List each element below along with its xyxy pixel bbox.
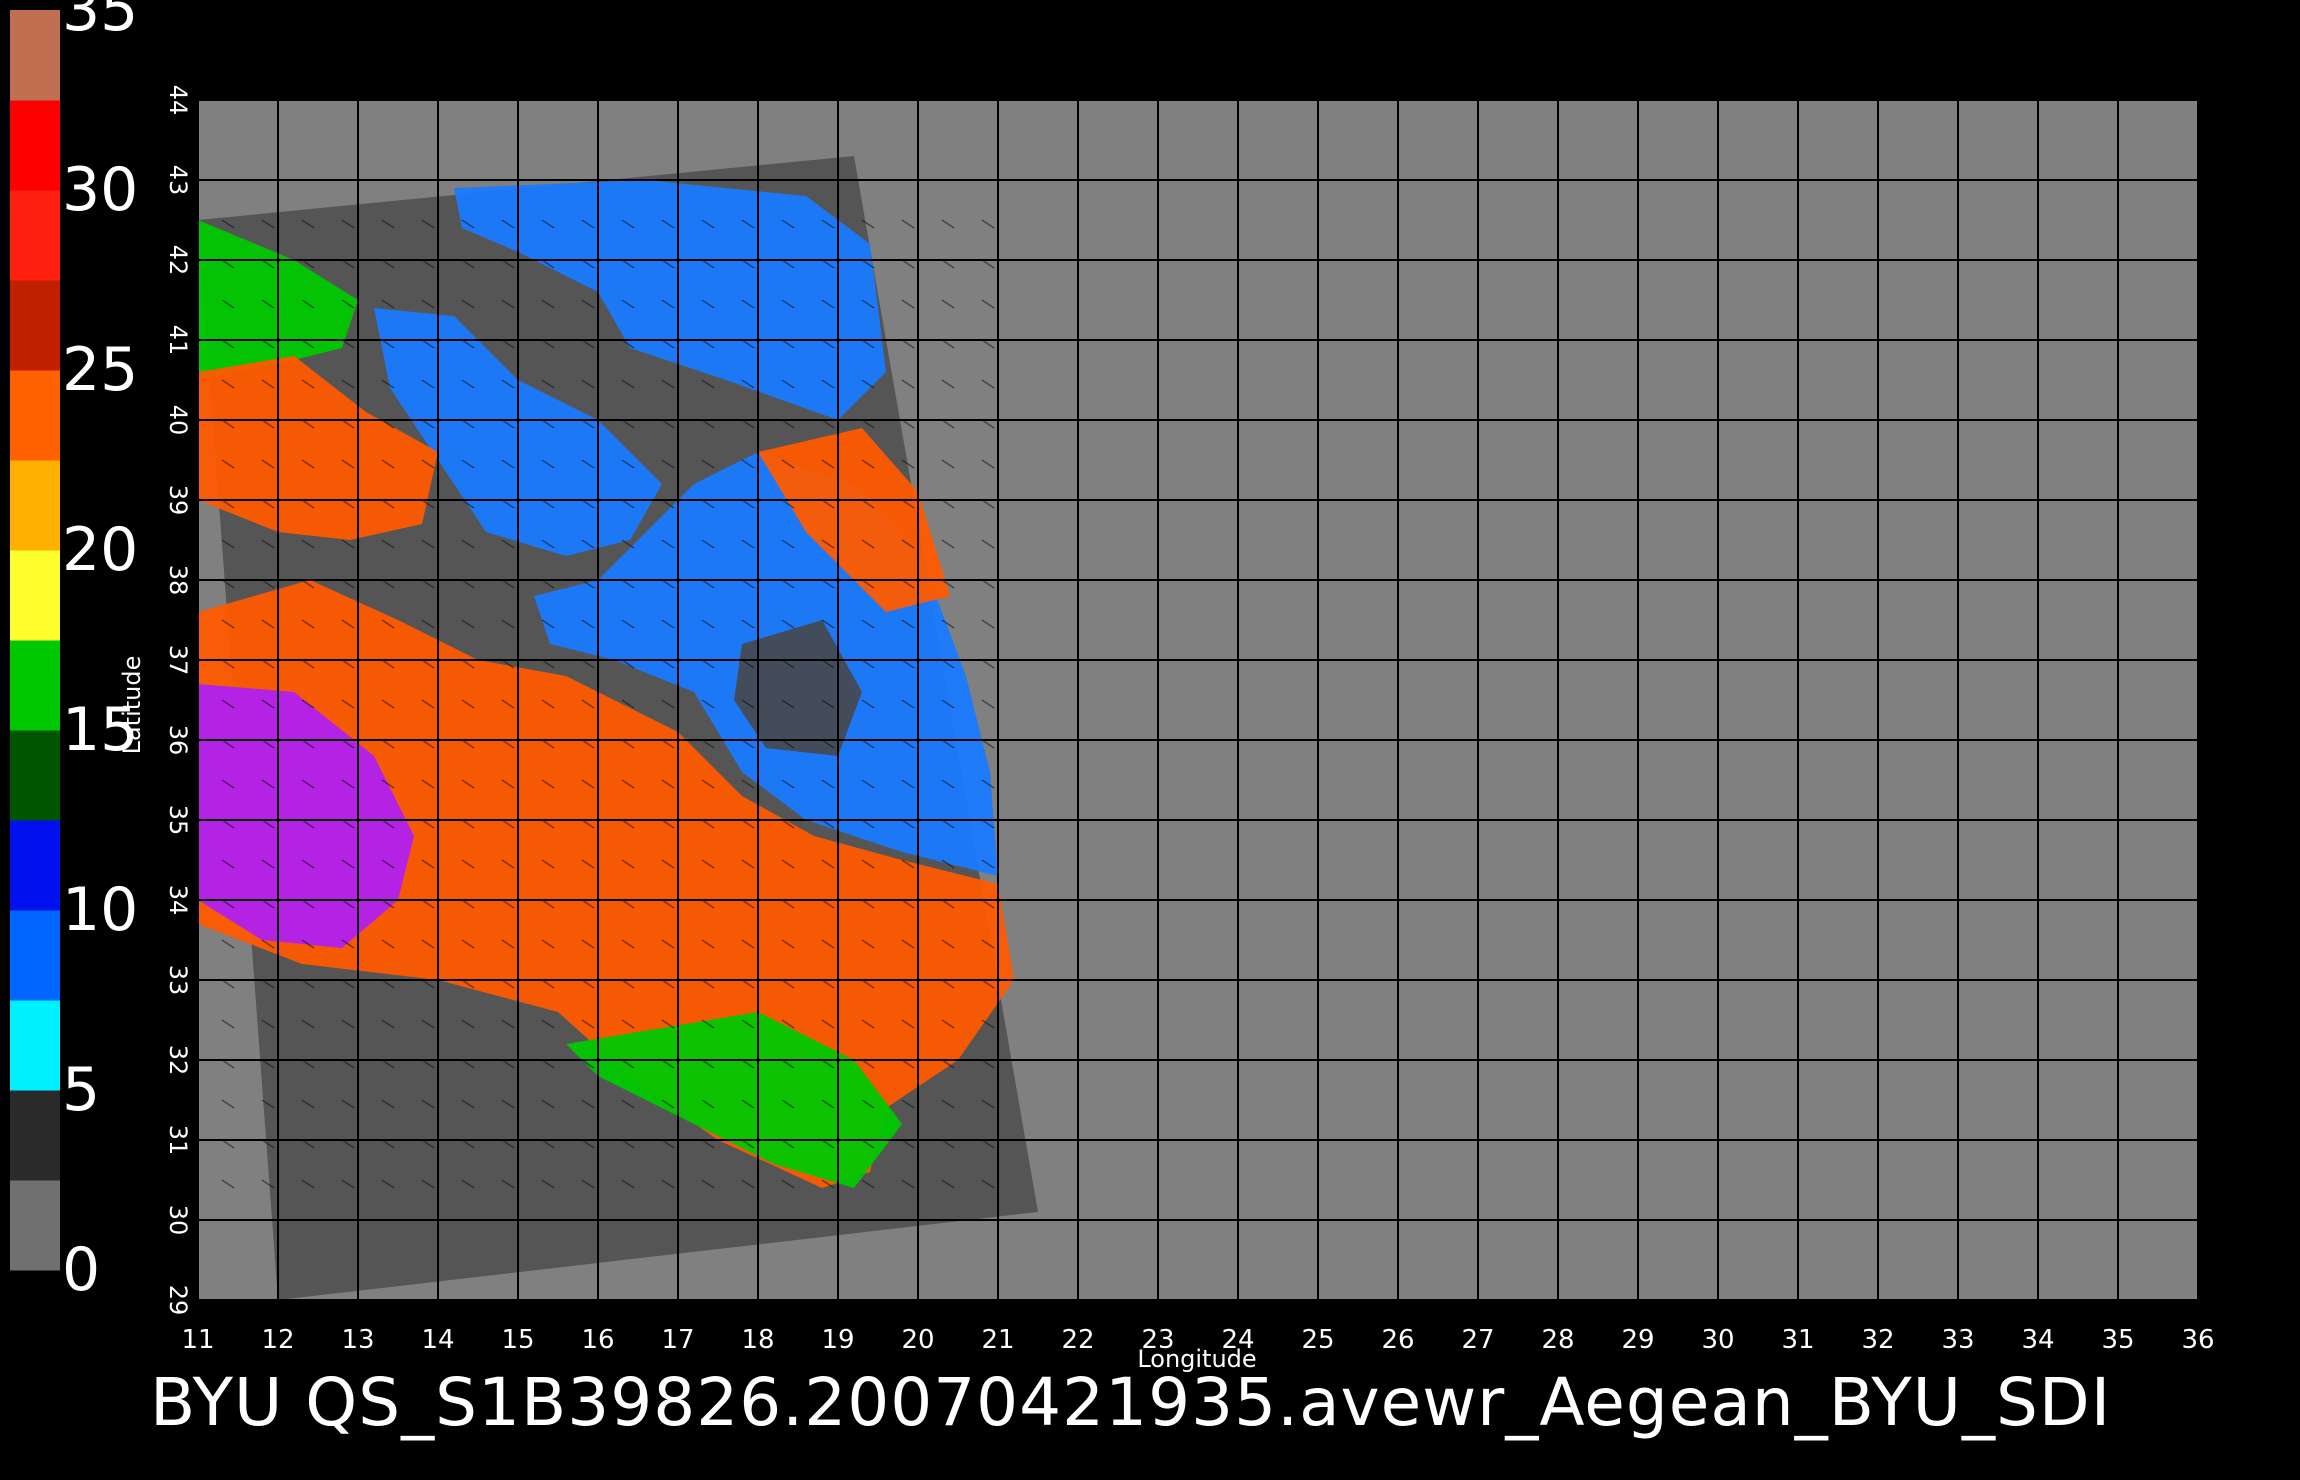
y-tick-label: 33 bbox=[164, 965, 192, 996]
y-tick-label: 37 bbox=[164, 645, 192, 676]
x-tick-label: 28 bbox=[1541, 1325, 1574, 1355]
colorbar-label: 5 bbox=[62, 1055, 101, 1125]
y-tick-label: 29 bbox=[164, 1285, 192, 1316]
x-tick-label: 30 bbox=[1701, 1325, 1734, 1355]
y-tick-label: 31 bbox=[164, 1125, 192, 1156]
x-tick-label: 13 bbox=[341, 1325, 374, 1355]
x-tick-label: 27 bbox=[1461, 1325, 1494, 1355]
colorbar-segment bbox=[10, 550, 60, 641]
x-tick-label: 18 bbox=[741, 1325, 774, 1355]
y-tick-label: 38 bbox=[164, 565, 192, 596]
x-tick-label: 26 bbox=[1381, 1325, 1414, 1355]
colorbar bbox=[10, 10, 60, 1271]
x-tick-label: 14 bbox=[421, 1325, 454, 1355]
x-tick-label: 12 bbox=[261, 1325, 294, 1355]
colorbar-segment bbox=[10, 1000, 60, 1091]
image-caption: BYU QS_S1B39826.20070421935.avewr_Aegean… bbox=[150, 1364, 2112, 1441]
colorbar-segment bbox=[10, 280, 60, 371]
x-tick-label: 33 bbox=[1941, 1325, 1974, 1355]
y-tick-label: 43 bbox=[164, 165, 192, 196]
x-tick-label: 35 bbox=[2101, 1325, 2134, 1355]
x-tick-label: 22 bbox=[1061, 1325, 1094, 1355]
colorbar-label: 25 bbox=[62, 335, 139, 405]
y-tick-label: 44 bbox=[164, 85, 192, 116]
y-tick-label: 32 bbox=[164, 1045, 192, 1076]
y-tick-label: 39 bbox=[164, 485, 192, 516]
colorbar-label: 20 bbox=[62, 515, 139, 585]
colorbar-label: 30 bbox=[62, 155, 139, 225]
wind-map-figure: 11 12 13 14 15 16 17 18 19 20 21 22 23 24 25 26 27 28 29 30… bbox=[10, 10, 2228, 1373]
colorbar-segment bbox=[10, 820, 60, 911]
y-tick-label: 42 bbox=[164, 245, 192, 276]
x-tick-label: 36 bbox=[2181, 1325, 2214, 1355]
x-tick-label: 19 bbox=[821, 1325, 854, 1355]
colorbar-segment bbox=[10, 910, 60, 1001]
y-tick-label: 41 bbox=[164, 325, 192, 356]
colorbar-label: 15 bbox=[62, 695, 139, 765]
colorbar-label: 35 bbox=[62, 0, 139, 45]
x-tick-label: 29 bbox=[1621, 1325, 1654, 1355]
colorbar-segment bbox=[10, 10, 60, 101]
x-tick-label: 11 bbox=[181, 1325, 214, 1355]
y-tick-label: 36 bbox=[164, 725, 192, 756]
colorbar-segment bbox=[10, 370, 60, 461]
x-tick-label: 15 bbox=[501, 1325, 534, 1355]
colorbar-label: 0 bbox=[62, 1235, 101, 1305]
latitude-ticks: 29 30 31 32 33 34 35 36 37 38 39 40 41 42 43 44 bbox=[164, 85, 192, 1316]
x-tick-label: 25 bbox=[1301, 1325, 1334, 1355]
y-tick-label: 34 bbox=[164, 885, 192, 916]
colorbar-segment bbox=[10, 100, 60, 191]
colorbar-segment bbox=[10, 730, 60, 821]
colorbar-segment bbox=[10, 640, 60, 731]
x-tick-label: 17 bbox=[661, 1325, 694, 1355]
y-tick-label: 35 bbox=[164, 805, 192, 836]
x-tick-label: 21 bbox=[981, 1325, 1014, 1355]
colorbar-segment bbox=[10, 1090, 60, 1181]
colorbar-segment bbox=[10, 1180, 60, 1271]
x-tick-label: 34 bbox=[2021, 1325, 2054, 1355]
colorbar-label: 10 bbox=[62, 875, 139, 945]
x-tick-label: 16 bbox=[581, 1325, 614, 1355]
x-tick-label: 20 bbox=[901, 1325, 934, 1355]
x-tick-label: 32 bbox=[1861, 1325, 1894, 1355]
colorbar-segment bbox=[10, 190, 60, 281]
y-tick-label: 40 bbox=[164, 405, 192, 436]
x-tick-label: 31 bbox=[1781, 1325, 1814, 1355]
colorbar-segment bbox=[10, 460, 60, 551]
y-tick-label: 30 bbox=[164, 1205, 192, 1236]
